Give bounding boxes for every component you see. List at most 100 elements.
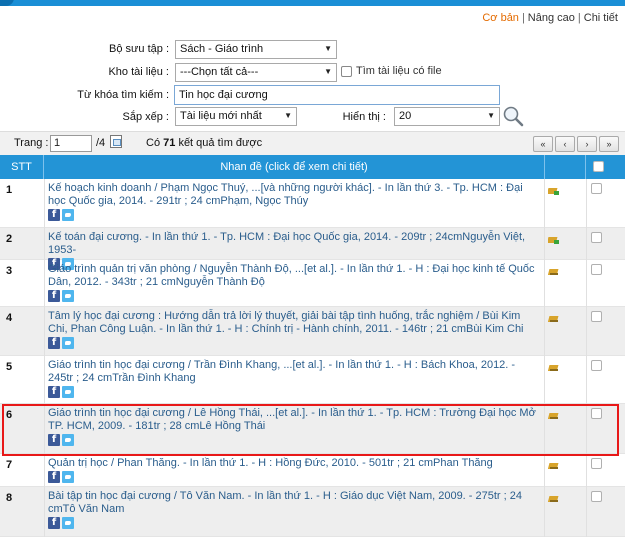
repository-value: ---Chọn tất cả--- [180,66,259,78]
book-icon[interactable] [548,314,560,324]
total-pages: /4 [96,137,106,149]
twitter-icon[interactable] [62,471,74,483]
pager-bar: Trang : 1 /4 Có 71 kết quả tìm được « ‹ … [0,131,625,155]
fulltext-checkbox[interactable] [341,66,352,77]
result-prefix: Có [146,137,161,149]
record-title-cell: Kế hoạch kinh doanh / Phạm Ngọc Thuý, ..… [48,182,538,221]
book-green-icon[interactable] [548,235,560,245]
separator: | [521,12,525,24]
twitter-icon[interactable] [62,290,74,302]
chevron-down-icon: ▼ [284,111,292,120]
record-title-cell: Bài tập tin học đại cương / Tô Văn Nam. … [48,490,538,529]
select-all-checkbox[interactable] [593,161,604,172]
record-title-link[interactable]: Tâm lý học đại cương : Hướng dẫn trả lời… [48,310,524,335]
search-icon[interactable] [502,105,524,127]
first-page-button[interactable]: « [533,136,553,152]
table-row: 4 Tâm lý học đại cương : Hướng dẫn trả l… [0,307,625,356]
share-icons: f [48,337,538,349]
facebook-icon[interactable]: f [48,337,60,349]
sort-value: Tài liệu mới nhất [180,110,262,122]
column-divider [44,179,45,537]
share-icons: f [48,290,538,302]
row-number: 4 [6,312,13,324]
column-divider [544,179,545,537]
sort-select[interactable]: Tài liệu mới nhất ▼ [175,107,297,126]
page-value: 1 [54,137,61,149]
table-row: 1 Kế hoạch kinh doanh / Phạm Ngọc Thuý, … [0,179,625,228]
display-select[interactable]: 20 ▼ [394,107,500,126]
twitter-icon[interactable] [62,337,74,349]
keyword-value: Tin học đại cương [179,89,268,101]
page-label: Trang : [14,137,49,149]
facebook-icon[interactable]: f [48,471,60,483]
facebook-icon[interactable]: f [48,209,60,221]
row-checkbox[interactable] [591,311,602,322]
record-title-link[interactable]: Quản trị học / Phan Thăng. - In lần thứ … [48,457,493,469]
last-page-button[interactable]: » [599,136,619,152]
repository-select[interactable]: ---Chọn tất cả--- ▼ [175,63,337,82]
row-checkbox[interactable] [591,491,602,502]
page-nav-buttons: « ‹ › » [533,136,619,152]
table-row: 2 Kế toán đại cương. - In lần thứ 1. - T… [0,228,625,270]
next-page-button[interactable]: › [577,136,597,152]
keyword-input[interactable]: Tin học đại cương [174,85,500,105]
display-label: Hiển thị : [342,111,386,123]
record-title-link[interactable]: Bài tập tin học đại cương / Tô Văn Nam. … [48,490,522,515]
collection-select[interactable]: Sách - Giáo trình ▼ [175,40,337,59]
record-title-cell: Giáo trình quản trị văn phòng / Nguyễn T… [48,263,538,302]
fulltext-label: Tìm tài liệu có file [356,65,442,77]
banner-corner [0,0,14,6]
record-title-link[interactable]: Giáo trình quản trị văn phòng / Nguyễn T… [48,263,535,288]
result-suffix: kết quả tìm được [178,137,263,149]
record-title-cell: Giáo trình tin học đại cương / Trần Đình… [48,359,538,398]
facebook-icon[interactable]: f [48,517,60,529]
share-icons: f [48,209,538,221]
row-checkbox[interactable] [591,232,602,243]
book-icon[interactable] [548,494,560,504]
facebook-icon[interactable]: f [48,290,60,302]
title-column-header: Nhan đề (click để xem chi tiết) [220,161,368,173]
row-checkbox[interactable] [591,183,602,194]
table-row: 5 Giáo trình tin học đại cương / Trần Đì… [0,356,625,404]
row-number: 3 [6,265,13,277]
row-number: 5 [6,361,13,373]
row-number: 8 [6,492,13,504]
display-value: 20 [399,110,412,122]
sort-label: Sắp xếp : [122,111,169,123]
twitter-icon[interactable] [62,386,74,398]
book-green-icon[interactable] [548,186,560,196]
record-title-link[interactable]: Giáo trình tin học đại cương / Trần Đình… [48,359,515,384]
row-number: 2 [6,233,13,245]
row-checkbox[interactable] [591,458,602,469]
collection-value: Sách - Giáo trình [180,43,264,55]
book-icon[interactable] [548,267,560,277]
record-title-cell: Quản trị học / Phan Thăng. - In lần thứ … [48,457,538,483]
prev-page-button[interactable]: ‹ [555,136,575,152]
go-page-icon[interactable] [110,135,122,148]
keyword-label: Từ khóa tìm kiếm : [77,89,169,101]
facebook-icon[interactable]: f [48,386,60,398]
icon-column-header [544,155,586,179]
stt-column-header: STT [0,155,44,179]
results-table-header: STT Nhan đề (click để xem chi tiết) [0,155,625,179]
page-number-input[interactable]: 1 [50,135,92,152]
row-number: 1 [6,184,13,196]
record-title-link[interactable]: Kế toán đại cương. - In lần thứ 1. - Tp.… [48,231,525,256]
share-icons: f [48,517,538,529]
twitter-icon[interactable] [62,517,74,529]
table-row: 8 Bài tập tin học đại cương / Tô Văn Nam… [0,487,625,537]
table-row: 7 Quản trị học / Phan Thăng. - In lần th… [0,454,625,487]
record-title-link[interactable]: Kế hoạch kinh doanh / Phạm Ngọc Thuý, ..… [48,182,523,207]
chevron-down-icon: ▼ [324,44,332,53]
row-checkbox[interactable] [591,360,602,371]
detail-search-link[interactable]: Chi tiết [584,12,618,24]
twitter-icon[interactable] [62,209,74,221]
row-checkbox[interactable] [591,264,602,275]
advanced-search-link[interactable]: Nâng cao [528,12,575,24]
chevron-down-icon: ▼ [487,111,495,120]
basic-search-link[interactable]: Cơ bản [482,12,519,24]
share-icons: f [48,471,538,483]
book-icon[interactable] [548,363,560,373]
book-icon[interactable] [548,461,560,471]
table-row: 3 Giáo trình quản trị văn phòng / Nguyễn… [0,260,625,307]
